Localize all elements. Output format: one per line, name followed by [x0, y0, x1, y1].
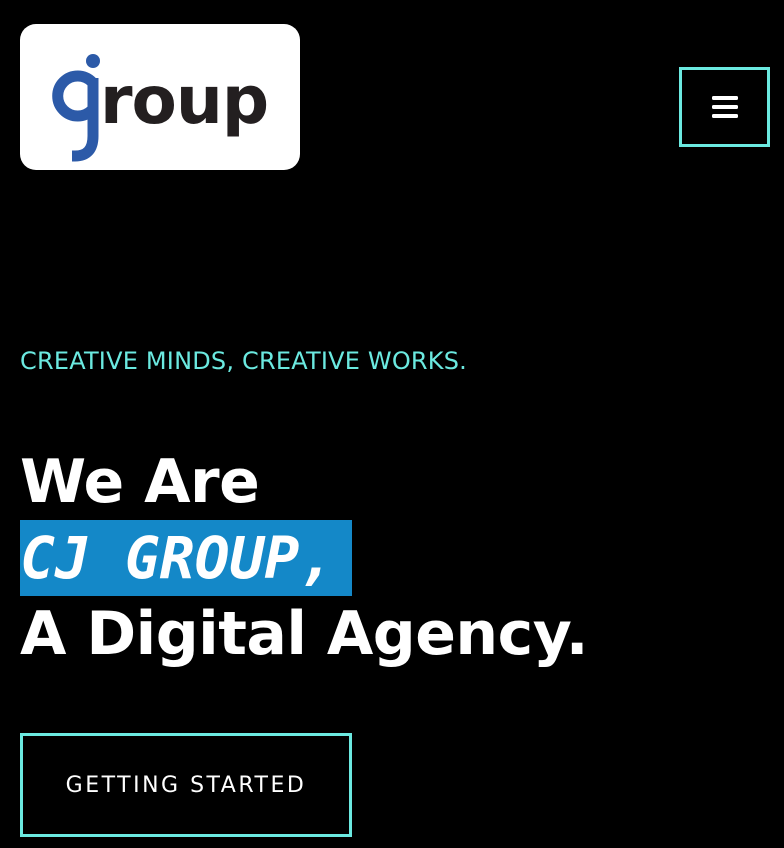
headline-line-1: We Are [20, 447, 260, 517]
hero-headline: We Are CJ GROUP, A Digital Agency. [20, 444, 589, 672]
logo[interactable]: roup [20, 24, 300, 170]
hamburger-menu-icon [711, 96, 738, 118]
headline-highlight: CJ GROUP, [20, 520, 353, 596]
getting-started-button[interactable]: GETTING STARTED [20, 733, 352, 837]
logo-wordmark: roup [100, 62, 268, 139]
hero-tagline: CREATIVE MINDS, CREATIVE WORKS. [20, 347, 468, 375]
headline-line-3: A Digital Agency. [20, 599, 589, 669]
headline-highlight-row: CJ GROUP, [20, 520, 588, 596]
menu-button[interactable] [679, 67, 770, 147]
cj-group-logo-mark: roup [52, 54, 269, 162]
